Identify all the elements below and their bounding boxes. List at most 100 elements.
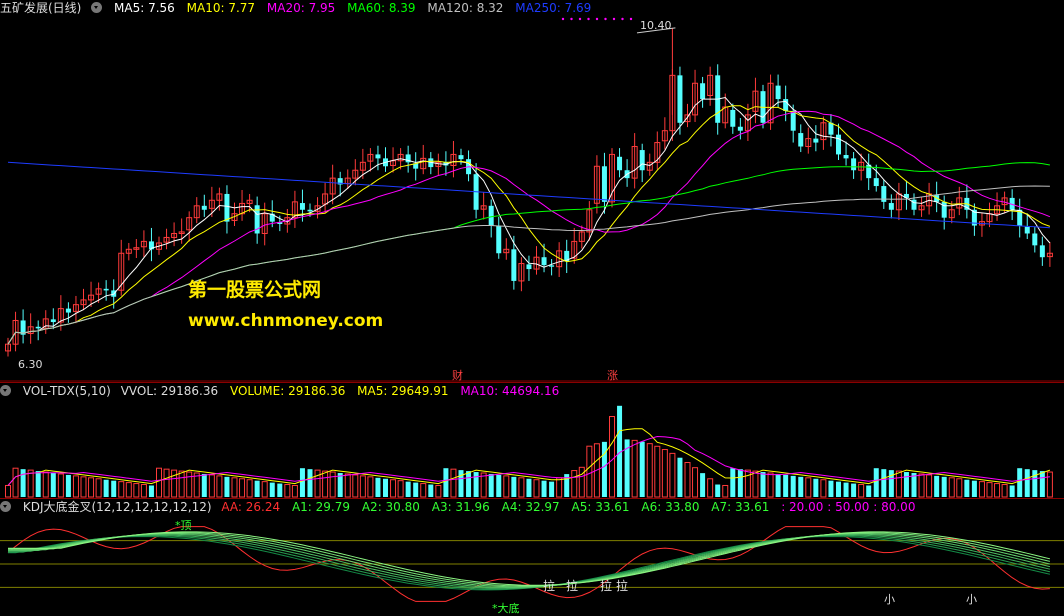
kdj-la-signal-1: 拉	[543, 579, 556, 593]
volume-bar	[866, 485, 872, 497]
candle-body	[50, 319, 56, 323]
signal-dot	[612, 17, 616, 21]
volume-bar	[50, 473, 56, 497]
volume-bar	[299, 468, 305, 497]
kdj-a4-line	[8, 533, 1051, 588]
stock-title: 五矿发展(日线)	[0, 1, 82, 15]
volume-bar	[881, 469, 887, 497]
candle-body	[639, 150, 645, 171]
volume-bar	[375, 477, 381, 497]
volume-bar	[1024, 469, 1030, 497]
candle-body	[224, 193, 230, 222]
volume-bar	[72, 475, 79, 498]
volume-bar	[1017, 468, 1023, 497]
candle-body	[813, 138, 819, 143]
ma5-line	[7, 96, 1051, 345]
signal-dot	[595, 17, 599, 21]
volume-bar	[994, 483, 1001, 498]
volume-bar	[639, 441, 645, 497]
signal-dot	[561, 17, 565, 21]
volume-bar	[488, 473, 494, 497]
volume-bar	[42, 471, 49, 498]
event-mark-finance[interactable]: 财	[452, 367, 463, 383]
price-panel[interactable]: 五矿发展(日线) MA5: 7.56 MA10: 7.77 MA20: 7.95…	[0, 0, 1064, 382]
ma250-line	[7, 161, 1050, 229]
volume-bar	[926, 474, 933, 498]
watermark-url: www.chnmoney.com	[188, 311, 384, 331]
candle-body	[103, 288, 109, 291]
kdj-a3: A3: 31.96	[431, 500, 490, 514]
volume-chart[interactable]	[0, 383, 1064, 499]
volume-bar	[934, 475, 940, 497]
volume-bar	[35, 471, 41, 497]
signal-dot	[604, 17, 607, 21]
volume-bar	[405, 481, 411, 497]
candle-body	[888, 203, 894, 210]
volume-bar	[450, 468, 457, 498]
volume-bar	[813, 478, 819, 497]
candle-body	[65, 308, 71, 313]
candle-body	[783, 99, 789, 111]
volume-bar	[1032, 470, 1038, 497]
candle-body	[790, 110, 796, 131]
volume-bar	[435, 484, 442, 498]
kdj-panel[interactable]: KDJ大底金叉(12,12,12,12,12,12) AA: 26.24 A1:…	[0, 498, 1064, 615]
volume-bar	[843, 482, 849, 497]
candle-body	[1024, 226, 1030, 234]
volume-panel[interactable]: VOL-TDX(5,10) VVOL: 29186.36 VOLUME: 291…	[0, 382, 1064, 499]
kdj-la-signal-4: 拉	[616, 579, 629, 593]
volume-bar	[148, 485, 154, 497]
low-price-label: 6.30	[18, 358, 43, 371]
volume-bar	[1009, 485, 1015, 497]
candle-body	[307, 209, 313, 212]
event-mark-rise[interactable]: 涨	[607, 367, 618, 383]
dropdown-icon[interactable]	[91, 2, 103, 13]
kdj-small-signal-2: 小	[966, 593, 977, 606]
volume-bar	[752, 470, 759, 498]
vol-title: VOL-TDX(5,10)	[22, 384, 111, 398]
kdj-aa: AA: 26.24	[221, 500, 281, 514]
volume-bar	[661, 449, 668, 498]
kdj-chart[interactable]	[0, 499, 1064, 613]
kdj-a5: A5: 33.61	[571, 500, 630, 514]
volume-bar	[654, 445, 661, 498]
vol-ma5-label: MA5: 29649.91	[357, 384, 449, 398]
candle-body	[798, 133, 804, 147]
volume-bar	[118, 481, 125, 498]
vol-ma10-label: MA10: 44694.16	[460, 384, 560, 398]
volume-bar	[344, 473, 351, 498]
kdj-a7-line	[8, 531, 1051, 586]
dropdown-icon[interactable]	[0, 385, 11, 396]
volume-bar	[329, 471, 336, 498]
signal-dot	[587, 17, 590, 21]
candle-body	[873, 178, 879, 187]
volume-bar	[873, 468, 879, 497]
volume-bar	[443, 468, 449, 497]
kdj-la-signal-2: 拉	[566, 579, 579, 593]
volume-bar	[903, 472, 909, 497]
volume-bar	[715, 484, 721, 497]
kdj-a5-line	[8, 532, 1051, 588]
volume-bar	[956, 478, 963, 498]
volume-bar	[828, 480, 834, 497]
signal-dot	[629, 17, 633, 21]
ma120-label: MA120: 8.32	[427, 1, 504, 15]
volume-bar	[948, 477, 955, 498]
kdj-a2-line	[8, 535, 1051, 590]
volume-bar	[277, 483, 283, 497]
dropdown-icon[interactable]	[0, 501, 11, 512]
candle-body	[526, 264, 532, 270]
kdj-a1-line	[8, 535, 1051, 591]
volume-bar	[503, 475, 510, 498]
volume-bar	[918, 473, 925, 498]
volume-bar	[820, 479, 827, 498]
volume-bar	[971, 480, 977, 497]
volume-bar	[511, 476, 517, 497]
ma60-label: MA60: 8.39	[347, 1, 416, 15]
volume-bar	[254, 480, 260, 497]
candlestick-chart[interactable]	[0, 0, 1064, 382]
volume-bar	[133, 483, 140, 498]
candle-body	[1039, 245, 1045, 258]
candle-body	[775, 85, 781, 100]
volume-bar	[775, 473, 781, 497]
